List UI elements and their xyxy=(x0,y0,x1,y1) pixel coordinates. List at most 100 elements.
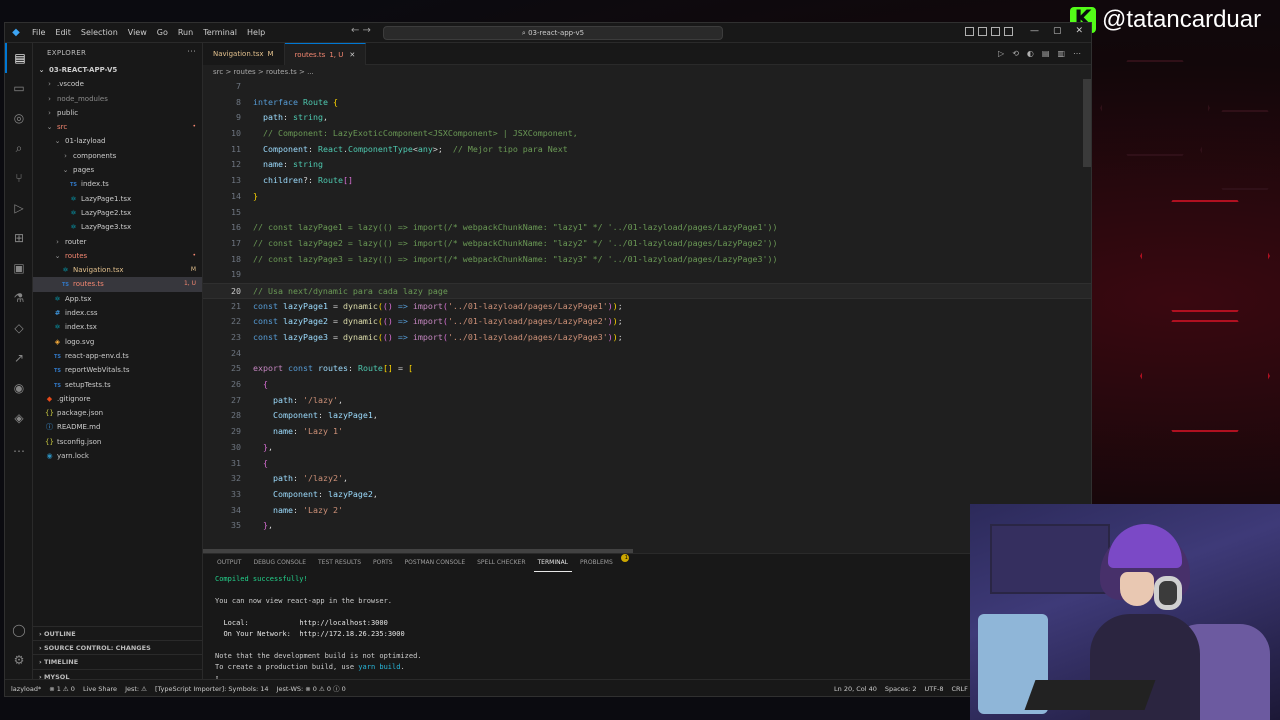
open-changes-icon[interactable]: ◐ xyxy=(1027,49,1034,58)
file-item[interactable]: TS reportWebVitals.ts xyxy=(33,363,202,377)
code-line[interactable]: 15 xyxy=(203,205,1091,221)
folder-item[interactable]: ⌄ pages xyxy=(33,163,202,177)
files-icon[interactable]: ▭ xyxy=(5,73,33,103)
file-item[interactable]: TS react-app-env.d.ts xyxy=(33,349,202,363)
more-actions-icon[interactable]: ⋯ xyxy=(1073,49,1081,58)
status-item[interactable]: Live Share xyxy=(83,680,117,696)
editor-tab[interactable]: Navigation.tsx M xyxy=(203,43,285,65)
menu-item-run[interactable]: Run xyxy=(173,28,198,37)
code-line[interactable]: 35 }, xyxy=(203,518,1091,534)
terminal-local-url[interactable]: http://localhost:3000 xyxy=(299,619,388,627)
command-center[interactable]: ⌕ 03-react-app-v5 xyxy=(383,26,723,40)
menu-item-file[interactable]: File xyxy=(27,28,50,37)
preview-icon[interactable]: ▤ xyxy=(1042,49,1050,58)
account-icon[interactable]: ◯ xyxy=(5,615,33,645)
code-line[interactable]: 9 path: string, xyxy=(203,110,1091,126)
panel-tab[interactable]: TERMINAL xyxy=(533,554,573,572)
more-actions-icon[interactable]: ⋯ xyxy=(187,47,196,57)
panel-tab[interactable]: DEBUG CONSOLE xyxy=(249,554,310,572)
file-item[interactable]: ⚛ LazyPage1.tsx xyxy=(33,192,202,206)
status-item[interactable]: Jest: ⚠ xyxy=(125,680,147,696)
explorer-icon[interactable]: ▤ xyxy=(5,43,33,73)
close-icon[interactable]: ✕ xyxy=(349,51,355,59)
code-line[interactable]: 14} xyxy=(203,189,1091,205)
compare-icon[interactable]: ⟲ xyxy=(1012,49,1019,58)
file-item[interactable]: ⚛ App.tsx xyxy=(33,292,202,306)
code-line[interactable]: 30 }, xyxy=(203,440,1091,456)
file-item[interactable]: ◈ logo.svg xyxy=(33,335,202,349)
code-line[interactable]: 16 // const lazyPage1 = lazy(() => import… xyxy=(203,220,1091,236)
close-icon[interactable]: ✕ xyxy=(1075,26,1083,36)
code-line[interactable]: 8 interface Route { xyxy=(203,95,1091,111)
menu-item-help[interactable]: Help xyxy=(242,28,270,37)
code-line[interactable]: 12 name: string xyxy=(203,157,1091,173)
menu-item-go[interactable]: Go xyxy=(152,28,173,37)
project-root[interactable]: ⌄ 03-REACT-APP-V5 xyxy=(33,63,202,77)
panel-tab[interactable]: SPELL CHECKER xyxy=(473,554,529,572)
file-item[interactable]: {} package.json xyxy=(33,406,202,420)
code-line[interactable]: 10 // Component: LazyExoticComponent<JSX… xyxy=(203,126,1091,142)
code-line[interactable]: 19 xyxy=(203,267,1091,283)
code-line[interactable]: 13 children?: Route[] xyxy=(203,173,1091,189)
run-icon[interactable]: ▷ xyxy=(998,49,1004,58)
code-line[interactable]: 31 { xyxy=(203,456,1091,472)
menu-item-edit[interactable]: Edit xyxy=(50,28,76,37)
minimize-icon[interactable]: — xyxy=(1030,26,1039,36)
run-debug-icon[interactable]: ▷ xyxy=(5,193,33,223)
search-icon[interactable]: ⌕ xyxy=(5,133,33,163)
terminal-output[interactable]: Compiled successfully! You can now view … xyxy=(203,572,1091,684)
code-line[interactable]: 22 const lazyPage2 = dynamic(() => import… xyxy=(203,314,1091,330)
testing-icon[interactable]: ⚗ xyxy=(5,283,33,313)
folder-item[interactable]: › components xyxy=(33,149,202,163)
file-item[interactable]: {} tsconfig.json xyxy=(33,435,202,449)
postman-icon[interactable]: ◉ xyxy=(5,373,33,403)
panel-tab[interactable]: TEST RESULTS xyxy=(314,554,365,572)
sidebar-section[interactable]: › TIMELINE xyxy=(33,654,202,668)
file-item[interactable]: TS index.ts xyxy=(33,177,202,191)
sidebar-section[interactable]: › SOURCE CONTROL: CHANGES xyxy=(33,640,202,654)
folder-item[interactable]: › router xyxy=(33,235,202,249)
file-item[interactable]: ⚛ LazyPage2.tsx xyxy=(33,206,202,220)
status-item[interactable]: UTF-8 xyxy=(925,680,944,696)
nav-arrows[interactable]: ← → xyxy=(351,25,371,36)
code-line[interactable]: 28 Component: lazyPage1, xyxy=(203,408,1091,424)
status-item[interactable]: Spaces: 2 xyxy=(885,680,917,696)
extensions-icon[interactable]: ⊞ xyxy=(5,223,33,253)
file-item[interactable]: TS setupTests.ts xyxy=(33,378,202,392)
menu-item-view[interactable]: View xyxy=(123,28,152,37)
code-line[interactable]: 33 Component: lazyPage2, xyxy=(203,487,1091,503)
code-line[interactable]: 27 path: '/lazy', xyxy=(203,393,1091,409)
file-item[interactable]: ⓘ README.md xyxy=(33,420,202,434)
code-line[interactable]: 11 Component: React.ComponentType<any>; … xyxy=(203,142,1091,158)
terminal-network-url[interactable]: http://172.18.26.235:3000 xyxy=(299,630,404,638)
code-line[interactable]: 26 { xyxy=(203,377,1091,393)
panel-tab[interactable]: OUTPUT xyxy=(213,554,245,572)
file-item[interactable]: # index.css xyxy=(33,306,202,320)
menu-item-selection[interactable]: Selection xyxy=(76,28,123,37)
status-item[interactable]: Ln 20, Col 40 xyxy=(834,680,877,696)
split-editor-icon[interactable]: ▥ xyxy=(1057,49,1065,58)
code-line[interactable]: 21 const lazyPage1 = dynamic(() => import… xyxy=(203,299,1091,315)
layout-controls[interactable] xyxy=(965,27,1013,36)
vertical-scrollbar[interactable] xyxy=(1083,79,1091,167)
status-item[interactable]: [TypeScript Importer]: Symbols: 14 xyxy=(155,680,269,696)
sidebar-section[interactable]: › OUTLINE xyxy=(33,625,202,640)
code-line[interactable]: 32 path: '/lazy2', xyxy=(203,471,1091,487)
database-icon[interactable]: ◎ xyxy=(5,103,33,133)
source-control-icon[interactable]: ⑂ xyxy=(5,163,33,193)
gear-icon[interactable]: ⚙ xyxy=(5,645,33,675)
folder-item[interactable]: ⌄ 01-lazyload xyxy=(33,134,202,148)
code-editor[interactable]: 7 8 interface Route {9 path: string, 10 // … xyxy=(203,79,1091,553)
panel-tab[interactable]: POSTMAN CONSOLE xyxy=(401,554,470,572)
file-item[interactable]: TS routes.ts 1, U xyxy=(33,277,202,292)
folder-item[interactable]: ⌄ routes • xyxy=(33,249,202,263)
live-share-icon[interactable]: ↗ xyxy=(5,343,33,373)
file-item[interactable]: ⚛ Navigation.tsx M xyxy=(33,263,202,277)
remote-icon[interactable]: ▣ xyxy=(5,253,33,283)
code-line[interactable]: 25 export const routes: Route[] = [ xyxy=(203,361,1091,377)
file-item[interactable]: ⚛ LazyPage3.tsx xyxy=(33,220,202,234)
folder-item[interactable]: › .vscode xyxy=(33,77,202,91)
code-line[interactable]: 20 // Usa next/dynamic para cada lazy pag… xyxy=(203,282,1091,299)
file-item[interactable]: ◆ .gitignore xyxy=(33,392,202,406)
file-item[interactable]: ⚛ index.tsx xyxy=(33,320,202,334)
